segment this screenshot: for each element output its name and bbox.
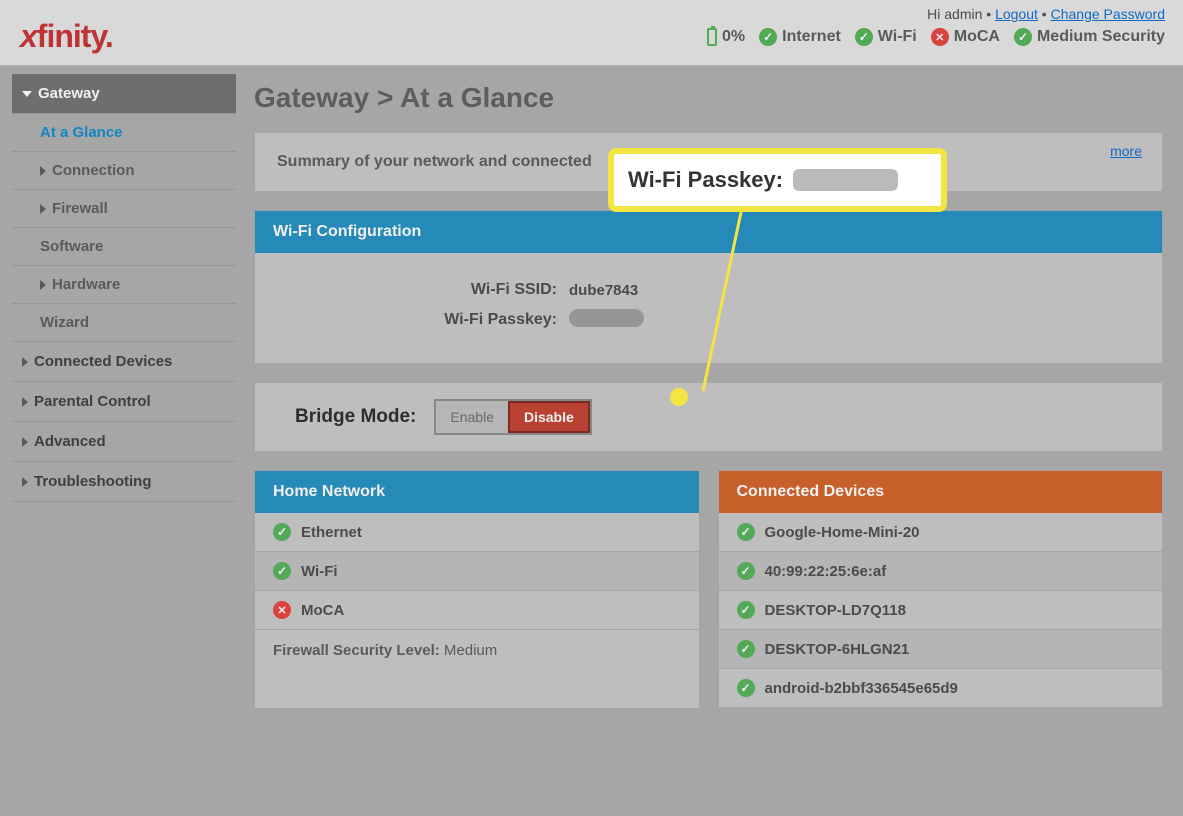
battery-icon: [707, 28, 717, 46]
sidebar-item-advanced[interactable]: Advanced: [12, 422, 236, 462]
chevron-right-icon: [40, 166, 46, 176]
firewall-security-row: Firewall Security Level: Medium: [255, 630, 699, 671]
more-link[interactable]: more: [1110, 143, 1142, 159]
bridge-mode-label: Bridge Mode:: [295, 406, 416, 428]
check-icon: [737, 562, 755, 580]
check-icon: [737, 523, 755, 541]
check-icon: [737, 679, 755, 697]
wifi-config-panel: Wi-Fi Configuration Wi-Fi SSID: dube7843…: [254, 210, 1163, 364]
callout-dot: [670, 388, 688, 406]
callout-box: Wi-Fi Passkey:: [610, 150, 945, 210]
connected-devices-panel: Connected Devices Google-Home-Mini-20 40…: [718, 470, 1164, 709]
check-icon: [273, 562, 291, 580]
check-icon: [855, 28, 873, 46]
list-item: DESKTOP-6HLGN21: [719, 630, 1163, 669]
x-icon: [931, 28, 949, 46]
bridge-mode-panel: Bridge Mode: Enable Disable: [254, 382, 1163, 452]
passkey-value: [565, 309, 644, 331]
list-item: 40:99:22:25:6e:af: [719, 552, 1163, 591]
sidebar-item-parental-control[interactable]: Parental Control: [12, 382, 236, 422]
ssid-row: Wi-Fi SSID: dube7843: [255, 281, 1162, 299]
disable-button[interactable]: Disable: [508, 401, 590, 433]
chevron-right-icon: [40, 204, 46, 214]
check-icon: [759, 28, 777, 46]
x-icon: [273, 601, 291, 619]
greeting: Hi admin: [927, 6, 982, 22]
list-item: android-b2bbf336545e65d9: [719, 669, 1163, 708]
sidebar-item-software[interactable]: Software: [12, 228, 236, 266]
list-item: MoCA: [255, 591, 699, 630]
list-item: Google-Home-Mini-20: [719, 513, 1163, 552]
enable-button[interactable]: Enable: [436, 401, 508, 433]
list-item: Wi-Fi: [255, 552, 699, 591]
chevron-right-icon: [22, 357, 28, 367]
redacted-passkey: [793, 169, 898, 191]
connected-devices-header: Connected Devices: [719, 471, 1163, 513]
sidebar-item-gateway[interactable]: Gateway: [12, 74, 236, 114]
logo: xfinity.: [20, 18, 113, 55]
chevron-right-icon: [22, 437, 28, 447]
header-right: Hi admin • Logout • Change Password 0% I…: [707, 6, 1165, 46]
redacted-passkey: [569, 309, 644, 327]
sidebar: Gateway At a Glance Connection Firewall …: [0, 74, 244, 727]
sidebar-item-hardware[interactable]: Hardware: [12, 266, 236, 304]
moca-status: MoCA: [931, 28, 1000, 46]
ssid-value: dube7843: [565, 282, 638, 299]
battery-status: 0%: [707, 28, 745, 46]
wifi-status: Wi-Fi: [855, 28, 917, 46]
list-item: DESKTOP-LD7Q118: [719, 591, 1163, 630]
chevron-right-icon: [22, 397, 28, 407]
callout-label: Wi-Fi Passkey:: [628, 167, 783, 193]
sidebar-item-troubleshooting[interactable]: Troubleshooting: [12, 462, 236, 502]
ssid-label: Wi-Fi SSID:: [255, 281, 565, 299]
sidebar-item-connected-devices[interactable]: Connected Devices: [12, 342, 236, 382]
chevron-right-icon: [40, 280, 46, 290]
list-item: Ethernet: [255, 513, 699, 552]
passkey-row: Wi-Fi Passkey:: [255, 309, 1162, 331]
home-network-header: Home Network: [255, 471, 699, 513]
bridge-mode-toggle: Enable Disable: [434, 399, 591, 435]
sidebar-item-at-a-glance[interactable]: At a Glance: [12, 114, 236, 152]
internet-status: Internet: [759, 28, 841, 46]
summary-text: Summary of your network and connected: [277, 153, 592, 171]
page-title: Gateway > At a Glance: [254, 82, 1163, 114]
home-network-panel: Home Network Ethernet Wi-Fi MoCA Firewal…: [254, 470, 700, 709]
security-status: Medium Security: [1014, 28, 1165, 46]
sidebar-item-wizard[interactable]: Wizard: [12, 304, 236, 342]
status-bar: 0% Internet Wi-Fi MoCA Medium Security: [707, 28, 1165, 46]
wifi-config-header: Wi-Fi Configuration: [255, 211, 1162, 253]
change-password-link[interactable]: Change Password: [1051, 6, 1165, 22]
check-icon: [737, 601, 755, 619]
chevron-down-icon: [22, 91, 32, 97]
sidebar-item-firewall[interactable]: Firewall: [12, 190, 236, 228]
check-icon: [1014, 28, 1032, 46]
top-links: Hi admin • Logout • Change Password: [927, 6, 1165, 22]
header: xfinity. Hi admin • Logout • Change Pass…: [0, 0, 1183, 66]
passkey-label: Wi-Fi Passkey:: [255, 311, 565, 329]
check-icon: [273, 523, 291, 541]
logout-link[interactable]: Logout: [995, 6, 1038, 22]
chevron-right-icon: [22, 477, 28, 487]
check-icon: [737, 640, 755, 658]
sidebar-item-connection[interactable]: Connection: [12, 152, 236, 190]
